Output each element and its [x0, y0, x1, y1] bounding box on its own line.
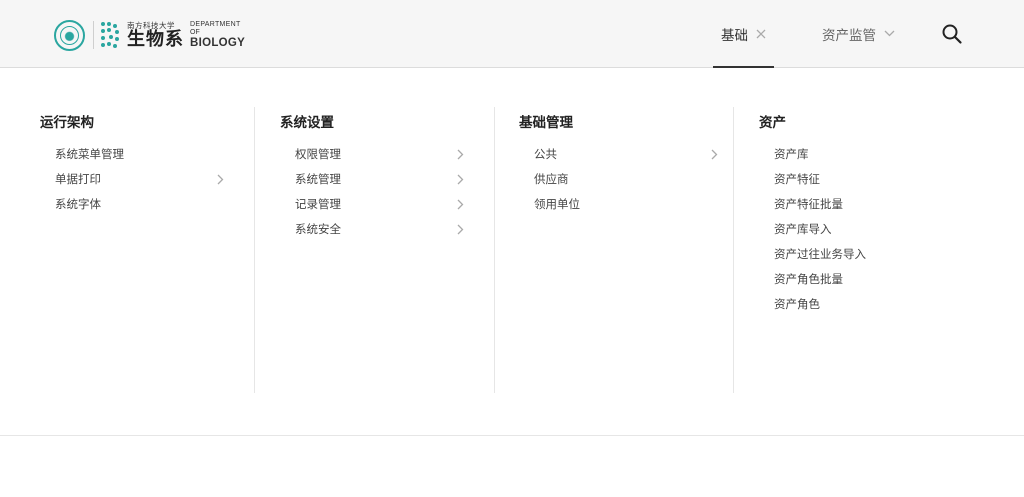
menu-item[interactable]: 资产过往业务导入 — [774, 246, 949, 271]
menu-item[interactable]: 系统管理 — [295, 171, 470, 196]
menu-item[interactable]: 资产角色批量 — [774, 271, 949, 296]
menu-item-label: 资产角色批量 — [774, 272, 843, 286]
menu-item-label: 单据打印 — [55, 172, 101, 186]
menu-item-label: 资产库导入 — [774, 222, 832, 236]
menu-item-label: 系统安全 — [295, 222, 341, 236]
biology-dots-icon — [101, 22, 121, 48]
menu-column-xitong-shezhi: 系统设置 权限管理系统管理记录管理系统安全 — [280, 107, 495, 393]
menu-item[interactable]: 资产库 — [774, 146, 949, 171]
top-header: 南方科技大学 生物系 DEPARTMENT OF BIOLOGY 基础 资产监管 — [0, 0, 1024, 68]
university-seal-icon — [54, 19, 85, 51]
nav-tab-label: 资产监管 — [822, 27, 876, 44]
chevron-down-icon — [884, 30, 895, 37]
nav-tab-label: 基础 — [721, 27, 748, 44]
chevron-right-icon — [455, 171, 465, 187]
mega-menu-panel: 运行架构 系统菜单管理 单据打印系统字体 系统设置 权限管理系统管理记录管理系统安… — [0, 68, 1024, 436]
logo-en-line3: BIOLOGY — [190, 37, 246, 49]
menu-item-label: 权限管理 — [295, 147, 341, 161]
logo-chinese-text: 南方科技大学 生物系 — [127, 21, 184, 50]
menu-item[interactable]: 记录管理 — [295, 196, 470, 221]
menu-item[interactable]: 供应商 — [534, 171, 709, 196]
menu-item[interactable]: 权限管理 — [295, 146, 470, 171]
nav-tab-jichu[interactable]: 基础 — [713, 0, 774, 68]
menu-column-title: 基础管理 — [519, 115, 573, 131]
menu-item-label: 资产过往业务导入 — [774, 247, 866, 261]
menu-item-label: 系统菜单管理 — [55, 147, 124, 161]
menu-item[interactable]: 资产库导入 — [774, 221, 949, 246]
chevron-right-icon — [455, 196, 465, 212]
chevron-right-icon — [215, 171, 225, 187]
logo-department-name: 生物系 — [127, 28, 184, 50]
chevron-right-icon — [709, 146, 719, 162]
menu-item-label: 系统字体 — [55, 197, 101, 211]
menu-column-jichu-guanli: 基础管理 公共供应商领用单位 — [519, 107, 734, 393]
logo-divider — [93, 21, 94, 49]
menu-item-label: 记录管理 — [295, 197, 341, 211]
chevron-right-icon — [455, 221, 465, 237]
menu-item-label: 供应商 — [534, 172, 569, 186]
menu-item[interactable]: 资产特征 — [774, 171, 949, 196]
menu-item-label: 资产特征 — [774, 172, 820, 186]
logo-en-line2: OF — [190, 29, 200, 36]
menu-item-label: 资产角色 — [774, 297, 820, 311]
menu-item-label: 资产特征批量 — [774, 197, 843, 211]
page: 南方科技大学 生物系 DEPARTMENT OF BIOLOGY 基础 资产监管 — [0, 0, 1024, 497]
menu-column-title: 运行架构 — [40, 115, 94, 131]
menu-item[interactable]: 资产特征批量 — [774, 196, 949, 221]
menu-item[interactable]: 公共 — [534, 146, 717, 171]
menu-item[interactable]: 资产角色 — [774, 296, 949, 321]
menu-item[interactable]: 系统菜单管理 — [55, 146, 230, 171]
menu-column-yunxing-jiagou: 运行架构 系统菜单管理 单据打印系统字体 — [40, 107, 255, 393]
close-icon[interactable] — [756, 29, 766, 39]
search-icon[interactable] — [941, 23, 963, 45]
menu-item[interactable]: 系统字体 — [55, 196, 230, 221]
menu-item[interactable]: 领用单位 — [534, 196, 709, 221]
logo-en-line1: DEPARTMENT — [190, 21, 241, 28]
logo-english-text: DEPARTMENT OF BIOLOGY — [190, 21, 245, 49]
menu-item-label: 系统管理 — [295, 172, 341, 186]
menu-item[interactable]: 系统安全 — [295, 221, 470, 246]
nav-tab-zichan-jianguan[interactable]: 资产监管 — [822, 0, 895, 67]
menu-column-title: 资产 — [759, 115, 786, 131]
menu-column-title: 系统设置 — [280, 115, 334, 131]
department-logo[interactable]: 南方科技大学 生物系 DEPARTMENT OF BIOLOGY — [54, 19, 245, 51]
menu-item[interactable]: 单据打印 — [55, 171, 230, 196]
chevron-right-icon — [455, 146, 465, 162]
menu-item-label: 公共 — [534, 147, 557, 161]
menu-column-zichan: 资产 资产库资产特征资产特征批量 资产库导入资产过往业务导入 资产角色批量 资产角色 — [759, 107, 999, 393]
menu-item-label: 资产库 — [774, 147, 809, 161]
menu-item-label: 领用单位 — [534, 197, 580, 211]
